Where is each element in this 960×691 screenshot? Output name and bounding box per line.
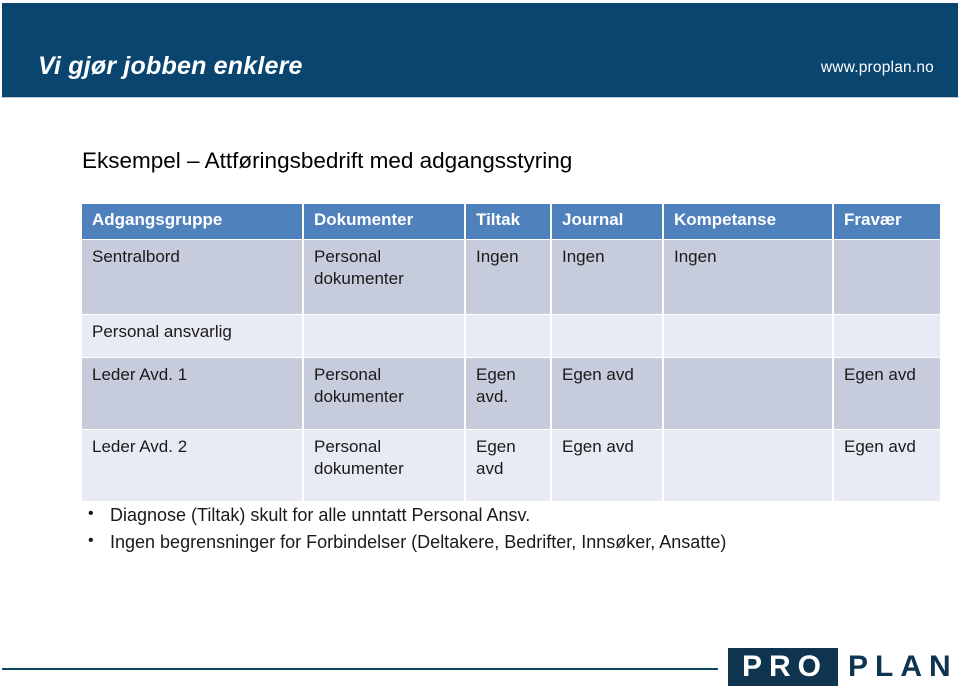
slide-title: Eksempel – Attføringsbedrift med adgangs… (82, 148, 573, 173)
cell-fravaer: Egen avd (834, 430, 940, 501)
bullet-list: • Diagnose (Tiltak) skult for alle unnta… (88, 503, 728, 557)
column-header-dokumenter: Dokumenter (304, 204, 464, 239)
table-row: Leder Avd. 1 Personal dokumenter Egen av… (82, 358, 940, 429)
banner-tagline: Vi gjør jobben enklere (38, 52, 303, 80)
list-item: • Ingen begrensninger for Forbindelser (… (88, 530, 728, 555)
cell-tiltak: Ingen (466, 240, 550, 314)
cell-kompetanse (664, 358, 832, 429)
table-row: Sentralbord Personal dokumenter Ingen In… (82, 240, 940, 314)
cell-tiltak: Egen avd. (466, 358, 550, 429)
cell-journal: Egen avd (552, 358, 662, 429)
cell-adgangsgruppe: Sentralbord (82, 240, 302, 314)
bullet-marker-icon: • (88, 505, 94, 522)
column-header-kompetanse: Kompetanse (664, 204, 832, 239)
table-row: Leder Avd. 2 Personal dokumenter Egen av… (82, 430, 940, 501)
cell-kompetanse: Ingen (664, 240, 832, 314)
proplan-logo: PRO PLAN (728, 648, 960, 686)
bullet-marker-icon: • (88, 531, 94, 549)
column-header-tiltak: Tiltak (466, 204, 550, 239)
table-row: Personal ansvarlig (82, 315, 940, 357)
cell-dokumenter (304, 315, 464, 357)
cell-dokumenter: Personal dokumenter (304, 430, 464, 501)
cell-adgangsgruppe: Leder Avd. 2 (82, 430, 302, 501)
cell-adgangsgruppe: Leder Avd. 1 (82, 358, 302, 429)
banner-website-url: www.proplan.no (820, 59, 934, 76)
cell-kompetanse (664, 430, 832, 501)
list-item: • Diagnose (Tiltak) skult for alle unnta… (88, 503, 728, 528)
cell-dokumenter: Personal dokumenter (304, 358, 464, 429)
cell-fravaer (834, 315, 940, 357)
list-item-label: Diagnose (Tiltak) skult for alle unntatt… (110, 505, 531, 525)
column-header-journal: Journal (552, 204, 662, 239)
cell-tiltak: Egen avd (466, 430, 550, 501)
cell-adgangsgruppe: Personal ansvarlig (82, 315, 302, 357)
column-header-fravaer: Fravær (834, 204, 940, 239)
column-header-adgangsgruppe: Adgangsgruppe (82, 204, 302, 239)
list-item-label: Ingen begrensninger for Forbindelser (De… (110, 531, 727, 552)
footer-divider (2, 668, 718, 670)
cell-fravaer (834, 240, 940, 314)
table-header-row: Adgangsgruppe Dokumenter Tiltak Journal … (82, 204, 940, 239)
cell-fravaer: Egen avd (834, 358, 940, 429)
cell-journal: Ingen (552, 240, 662, 314)
slide-header-banner: Vi gjør jobben enklere www.proplan.no (2, 3, 958, 97)
cell-kompetanse (664, 315, 832, 357)
cell-tiltak (466, 315, 550, 357)
cell-dokumenter: Personal dokumenter (304, 240, 464, 314)
logo-text-pro: PRO (728, 648, 839, 686)
logo-text-plan: PLAN (838, 648, 960, 686)
access-rights-table: Adgangsgruppe Dokumenter Tiltak Journal … (80, 203, 942, 502)
cell-journal (552, 315, 662, 357)
cell-journal: Egen avd (552, 430, 662, 501)
